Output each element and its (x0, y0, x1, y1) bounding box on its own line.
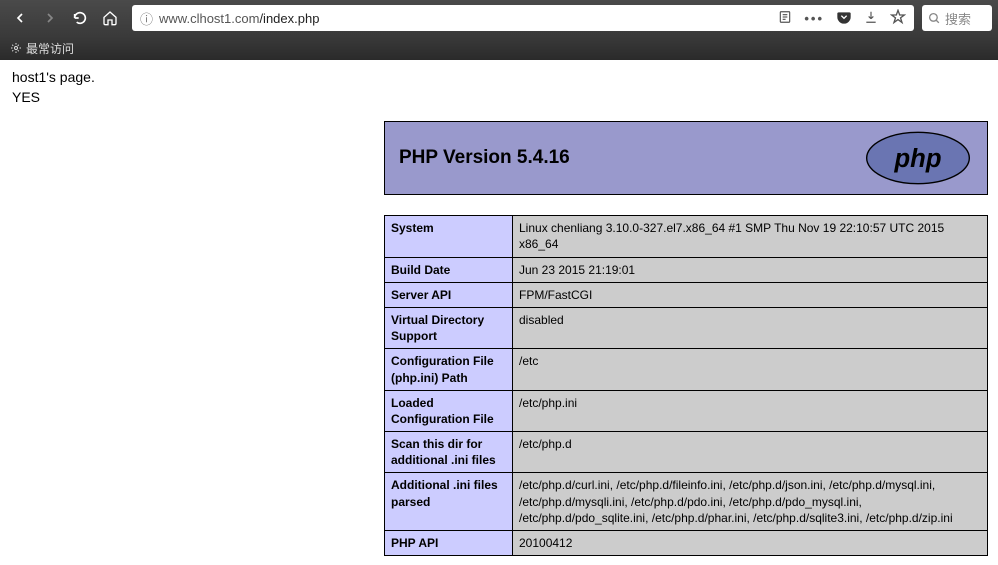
url-text: www.clhost1.com/index.php (159, 11, 772, 26)
phpinfo-title: PHP Version 5.4.16 (399, 147, 570, 169)
bookmark-most-visited[interactable]: 最常访问 (26, 40, 74, 57)
reload-button[interactable] (66, 4, 94, 32)
forward-button[interactable] (36, 4, 64, 32)
phpinfo-key: Server API (385, 282, 513, 307)
more-icon[interactable]: ••• (804, 11, 824, 26)
reader-icon[interactable] (778, 10, 792, 27)
url-path: /index.php (259, 11, 319, 26)
phpinfo-value: /etc/php.d (513, 432, 988, 473)
phpinfo-value: Linux chenliang 3.10.0-327.el7.x86_64 #1… (513, 216, 988, 257)
page-content: host1's page. YES PHP Version 5.4.16 php… (0, 60, 998, 556)
table-row: Additional .ini files parsed/etc/php.d/c… (385, 473, 988, 531)
pocket-icon[interactable] (836, 9, 852, 28)
phpinfo-key: System (385, 216, 513, 257)
browser-toolbar: ⓘ www.clhost1.com/index.php ••• 搜索 (0, 0, 998, 36)
page-line2: YES (12, 88, 998, 108)
home-button[interactable] (96, 4, 124, 32)
back-button[interactable] (6, 4, 34, 32)
phpinfo-key: Additional .ini files parsed (385, 473, 513, 531)
info-icon[interactable]: ⓘ (140, 9, 153, 28)
phpinfo-key: Configuration File (php.ini) Path (385, 349, 513, 390)
phpinfo-table: SystemLinux chenliang 3.10.0-327.el7.x86… (384, 215, 988, 556)
search-icon (928, 12, 941, 25)
bookmark-star-icon[interactable] (890, 9, 906, 28)
table-row: Scan this dir for additional .ini files/… (385, 432, 988, 473)
table-row: Loaded Configuration File/etc/php.ini (385, 390, 988, 431)
search-box[interactable]: 搜索 (922, 5, 992, 31)
gear-icon (10, 42, 22, 54)
phpinfo-value: Jun 23 2015 21:19:01 (513, 257, 988, 282)
phpinfo-key: Virtual Directory Support (385, 307, 513, 348)
phpinfo-value: /etc/php.ini (513, 390, 988, 431)
phpinfo-value: FPM/FastCGI (513, 282, 988, 307)
phpinfo-value: disabled (513, 307, 988, 348)
search-placeholder: 搜索 (945, 9, 971, 28)
phpinfo-header: PHP Version 5.4.16 php (384, 121, 988, 195)
phpinfo: PHP Version 5.4.16 php SystemLinux chenl… (384, 121, 988, 556)
phpinfo-key: Scan this dir for additional .ini files (385, 432, 513, 473)
page-line1: host1's page. (12, 68, 998, 88)
svg-text:php: php (893, 145, 941, 173)
download-icon[interactable] (864, 10, 878, 27)
table-row: PHP API20100412 (385, 531, 988, 556)
url-bar[interactable]: ⓘ www.clhost1.com/index.php ••• (132, 5, 914, 31)
phpinfo-key: Loaded Configuration File (385, 390, 513, 431)
url-host: www.clhost1.com (159, 11, 259, 26)
phpinfo-value: 20100412 (513, 531, 988, 556)
bookmark-bar: 最常访问 (0, 36, 998, 60)
table-row: SystemLinux chenliang 3.10.0-327.el7.x86… (385, 216, 988, 257)
phpinfo-key: Build Date (385, 257, 513, 282)
phpinfo-value: /etc (513, 349, 988, 390)
url-actions: ••• (778, 9, 906, 28)
table-row: Build DateJun 23 2015 21:19:01 (385, 257, 988, 282)
php-logo-icon: php (863, 130, 973, 186)
phpinfo-key: PHP API (385, 531, 513, 556)
table-row: Server APIFPM/FastCGI (385, 282, 988, 307)
phpinfo-value: /etc/php.d/curl.ini, /etc/php.d/fileinfo… (513, 473, 988, 531)
table-row: Configuration File (php.ini) Path/etc (385, 349, 988, 390)
table-row: Virtual Directory Supportdisabled (385, 307, 988, 348)
